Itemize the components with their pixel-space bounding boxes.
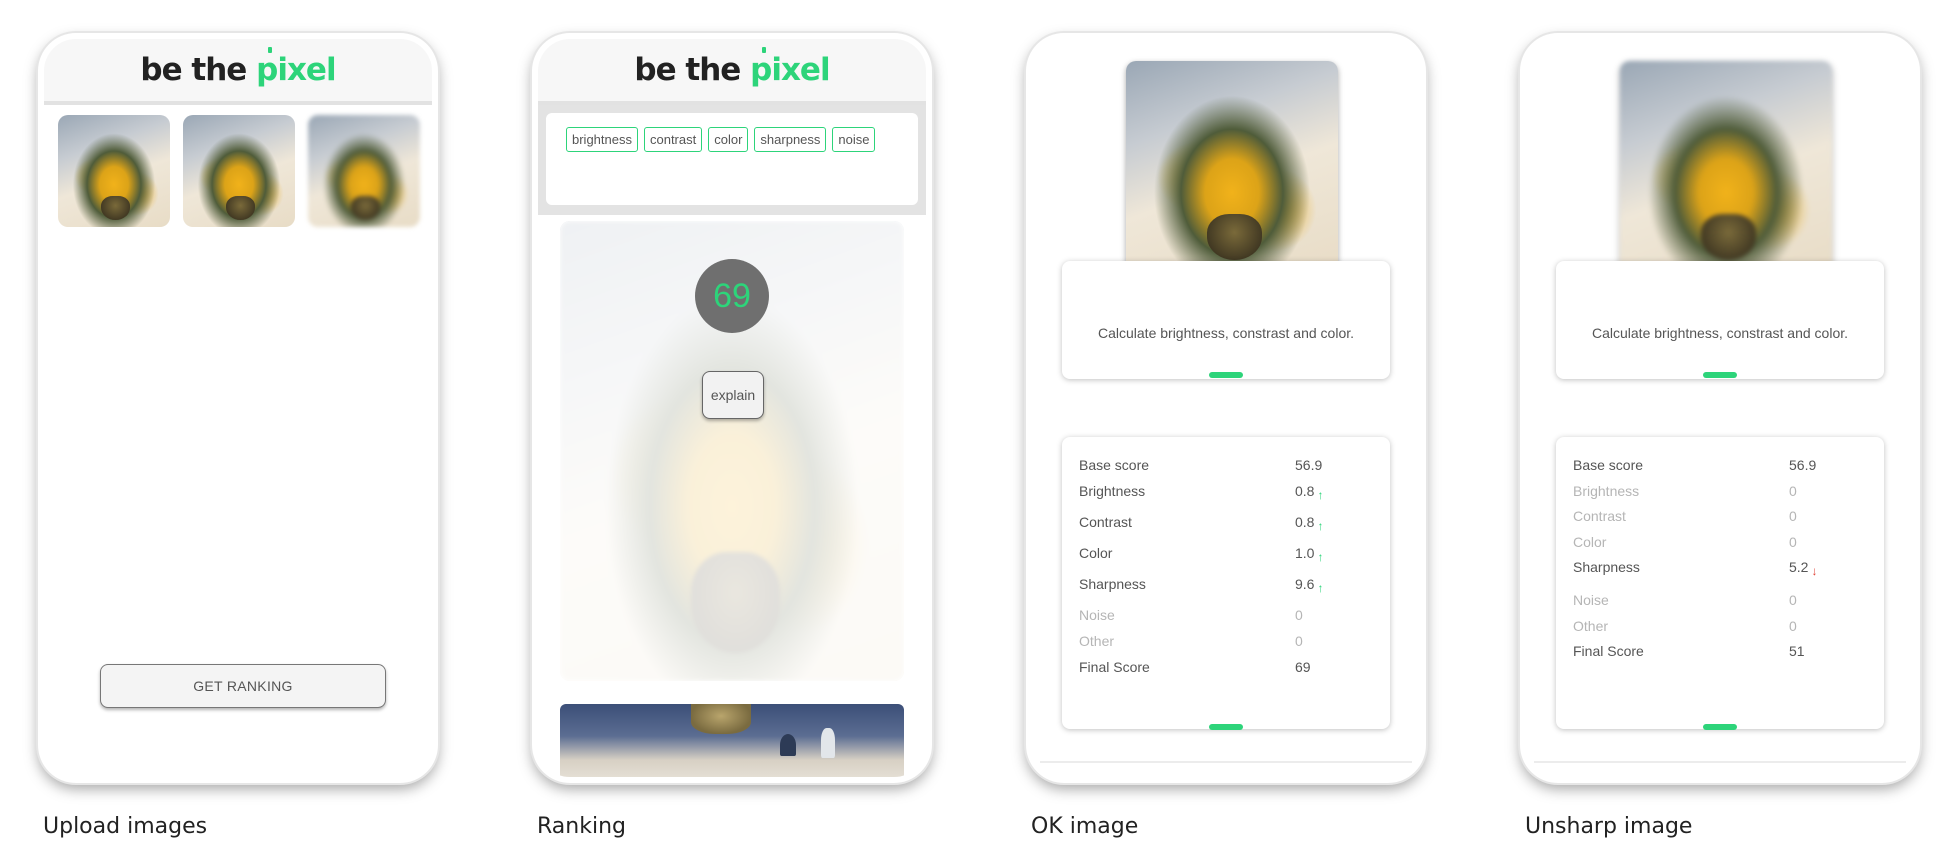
score-row-label: Sharpness: [1079, 576, 1146, 592]
arrow-down-icon: ↓: [1811, 564, 1818, 578]
explanation-text: Calculate brightness, constrast and colo…: [1591, 325, 1849, 341]
tag-color[interactable]: color: [708, 127, 749, 152]
score-row-label: Color: [1079, 545, 1113, 561]
score-row-label: Other: [1079, 633, 1115, 649]
tag-brightness[interactable]: brightness: [566, 127, 638, 152]
score-row-value: 0: [1789, 508, 1797, 524]
score-row-label: Color: [1573, 534, 1607, 550]
score-row-label: Base score: [1079, 457, 1150, 473]
score-row-label: Contrast: [1079, 514, 1132, 530]
app-logo: be the pixel: [140, 47, 337, 88]
ranking-screen: be the pixel brightness contrast color s…: [538, 39, 926, 777]
score-row-value: 0: [1295, 607, 1303, 623]
upload-screen: be the pixel GET RANKING: [44, 39, 432, 777]
score-row-value: 0: [1789, 592, 1797, 608]
score-row-value: 0: [1295, 633, 1303, 649]
pager-indicator[interactable]: [1703, 724, 1737, 730]
explanation-card[interactable]: Calculate brightness, constrast and colo…: [1556, 261, 1884, 379]
arrow-up-icon: ↑: [1317, 519, 1324, 533]
upload-phone: be the pixel GET RANKING: [38, 33, 438, 783]
tags-panel: brightness contrast color sharpness nois…: [538, 105, 926, 215]
caption-upload: Upload images: [43, 814, 208, 839]
ok-image-screen: Calculate brightness, constrast and colo…: [1032, 39, 1420, 777]
score-row-value: 51: [1789, 643, 1805, 659]
pager-indicator[interactable]: [1703, 372, 1737, 378]
ranking-phone: be the pixel brightness contrast color s…: [532, 33, 932, 783]
score-row-value: 5.2 ↓: [1789, 559, 1818, 578]
arrow-up-icon: ↑: [1317, 550, 1324, 564]
score-row-label: Base score: [1573, 457, 1644, 473]
thumbnail-3[interactable]: [308, 115, 420, 227]
score-row-value: 56.9: [1295, 457, 1323, 473]
pager-indicator[interactable]: [1209, 724, 1243, 730]
app-logo: be the pixel: [634, 47, 831, 88]
ranked-image-card[interactable]: 69 explain: [560, 221, 904, 681]
score-row-label: Other: [1573, 618, 1609, 634]
score-row-label: Brightness: [1079, 483, 1146, 499]
score-breakdown-card: Base score 56.9 Brightness 0 Contrast 0 Color 0…: [1556, 437, 1884, 730]
arrow-up-icon: ↑: [1317, 581, 1324, 595]
score-row-label: Noise: [1573, 592, 1609, 608]
unsharp-image-screen: Calculate brightness, constrast and colo…: [1526, 39, 1914, 777]
app-header: be the pixel: [538, 39, 926, 105]
score-row-value: 56.9: [1789, 457, 1817, 473]
explain-button[interactable]: explain: [702, 371, 764, 419]
score-row-value: 0: [1789, 534, 1797, 550]
unsharp-image-preview: [1620, 61, 1832, 273]
next-image-card[interactable]: [560, 704, 904, 777]
score-row-label: Noise: [1079, 607, 1115, 623]
get-ranking-button[interactable]: GET RANKING: [100, 664, 386, 708]
tags-card: brightness contrast color sharpness nois…: [546, 113, 918, 205]
tag-contrast[interactable]: contrast: [643, 127, 703, 152]
ok-image-phone: Calculate brightness, constrast and colo…: [1026, 33, 1426, 783]
score-row-label: Contrast: [1573, 508, 1626, 524]
score-row-label: Brightness: [1573, 483, 1640, 499]
explanation-text: Calculate brightness, constrast and colo…: [1097, 325, 1355, 341]
ok-image-preview: [1126, 61, 1338, 273]
score-row-label: Final Score: [1079, 659, 1150, 675]
score-row-value: 9.6 ↑: [1295, 576, 1324, 595]
thumbnail-1[interactable]: [58, 115, 170, 227]
arrow-up-icon: ↑: [1317, 488, 1324, 502]
tag-noise[interactable]: noise: [832, 127, 876, 152]
caption-ranking: Ranking: [537, 814, 626, 839]
caption-unsharp-image: Unsharp image: [1525, 814, 1693, 839]
score-row-value: 0.8 ↑: [1295, 514, 1324, 533]
unsharp-image-phone: Calculate brightness, constrast and colo…: [1520, 33, 1920, 783]
caption-ok-image: OK image: [1031, 814, 1139, 839]
score-row-label: Final Score: [1573, 643, 1644, 659]
score-row-value: 0: [1789, 618, 1797, 634]
score-badge: 69: [695, 259, 769, 333]
tag-sharpness[interactable]: sharpness: [754, 127, 827, 152]
thumbnail-2[interactable]: [183, 115, 295, 227]
score-row-value: 1.0 ↑: [1295, 545, 1324, 564]
score-row-label: Sharpness: [1573, 559, 1640, 575]
score-breakdown-card: Base score 56.9 Brightness 0.8 ↑ Contrast 0.8 ↑…: [1062, 437, 1390, 730]
score-row-value: 0: [1789, 483, 1797, 499]
score-row-value: 0.8 ↑: [1295, 483, 1324, 502]
explanation-card[interactable]: Calculate brightness, constrast and colo…: [1062, 261, 1390, 379]
score-row-value: 69: [1295, 659, 1311, 675]
app-header: be the pixel: [44, 39, 432, 105]
pager-indicator[interactable]: [1209, 372, 1243, 378]
